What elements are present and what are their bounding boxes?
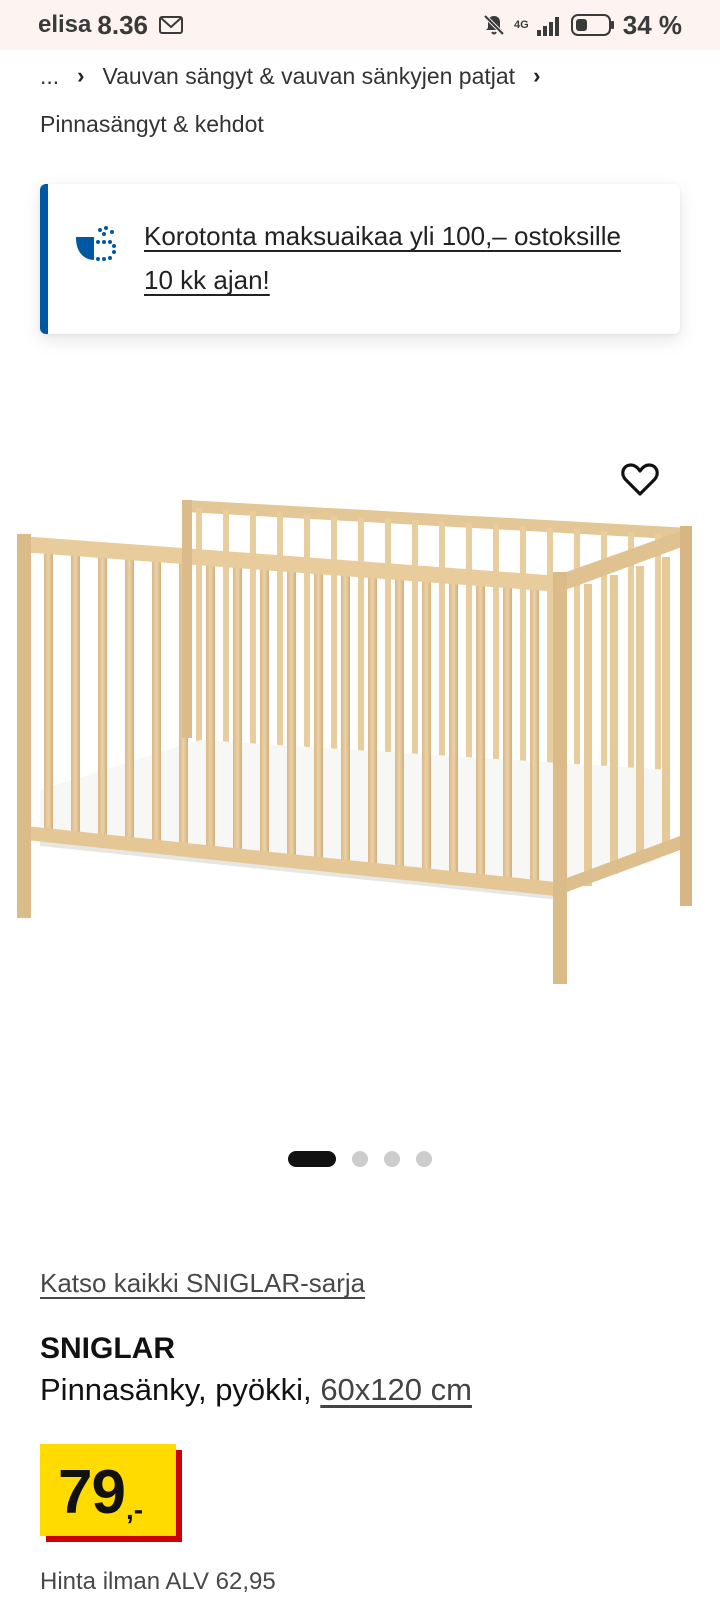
signal-icon [536,17,559,36]
carrier-name: elisa [38,11,92,38]
promo-link[interactable]: Korotonta maksuaikaa yli 100,– ostoksill… [144,214,654,302]
status-left: elisa 8.36 [38,10,184,41]
product-type: Pinnasänky, pyökki, [40,1372,312,1407]
battery-icon [570,14,614,36]
breadcrumb-ellipsis[interactable]: ... [40,52,59,100]
carousel-dot[interactable] [416,1151,432,1167]
status-bar: elisa 8.36 4G 34 % [0,0,720,50]
carousel-dot[interactable] [288,1151,336,1167]
series-link[interactable]: Katso kaikki SNIGLAR-sarja [40,1268,365,1299]
mail-icon [159,16,183,34]
breadcrumb-current-link[interactable]: Pinnasängyt & kehdot [40,100,700,148]
heart-icon [621,462,659,496]
product-size-link[interactable]: 60x120 cm [320,1372,472,1407]
price-tag: 79 ,- [40,1444,176,1536]
product-description: Pinnasänky, pyökki, 60x120 cm [40,1372,472,1408]
breadcrumb-row: ... › Vauvan sängyt & vauvan sänkyjen pa… [40,52,700,100]
battery-percentage: 34 % [622,9,682,40]
price-suffix: ,- [125,1494,144,1525]
product-name: SNIGLAR [40,1332,175,1365]
carousel-dot[interactable] [384,1151,400,1167]
promo-accent-bar [40,184,48,334]
breadcrumb: ... › Vauvan sängyt & vauvan sänkyjen pa… [40,52,700,148]
price-ex-vat: Hinta ilman ALV 62,95 [40,1568,276,1595]
network-type: 4G [514,19,529,31]
payment-plan-icon [76,226,116,261]
breadcrumb-parent-link[interactable]: Vauvan sängyt & vauvan sänkyjen patjat [103,52,516,100]
carousel-indicator [0,1151,720,1167]
payment-promo-card[interactable]: Korotonta maksuaikaa yli 100,– ostoksill… [40,184,680,334]
clock: 8.36 [97,9,148,40]
chevron-right-icon: › [77,63,85,88]
chevron-right-icon: › [533,63,541,88]
carousel-dot[interactable] [352,1151,368,1167]
price-integer: 79 [58,1458,126,1527]
status-right: 4G 34 % [482,10,682,41]
product-image-crib[interactable] [0,500,720,1020]
favourite-button[interactable] [618,459,662,503]
bell-off-icon [483,14,505,36]
